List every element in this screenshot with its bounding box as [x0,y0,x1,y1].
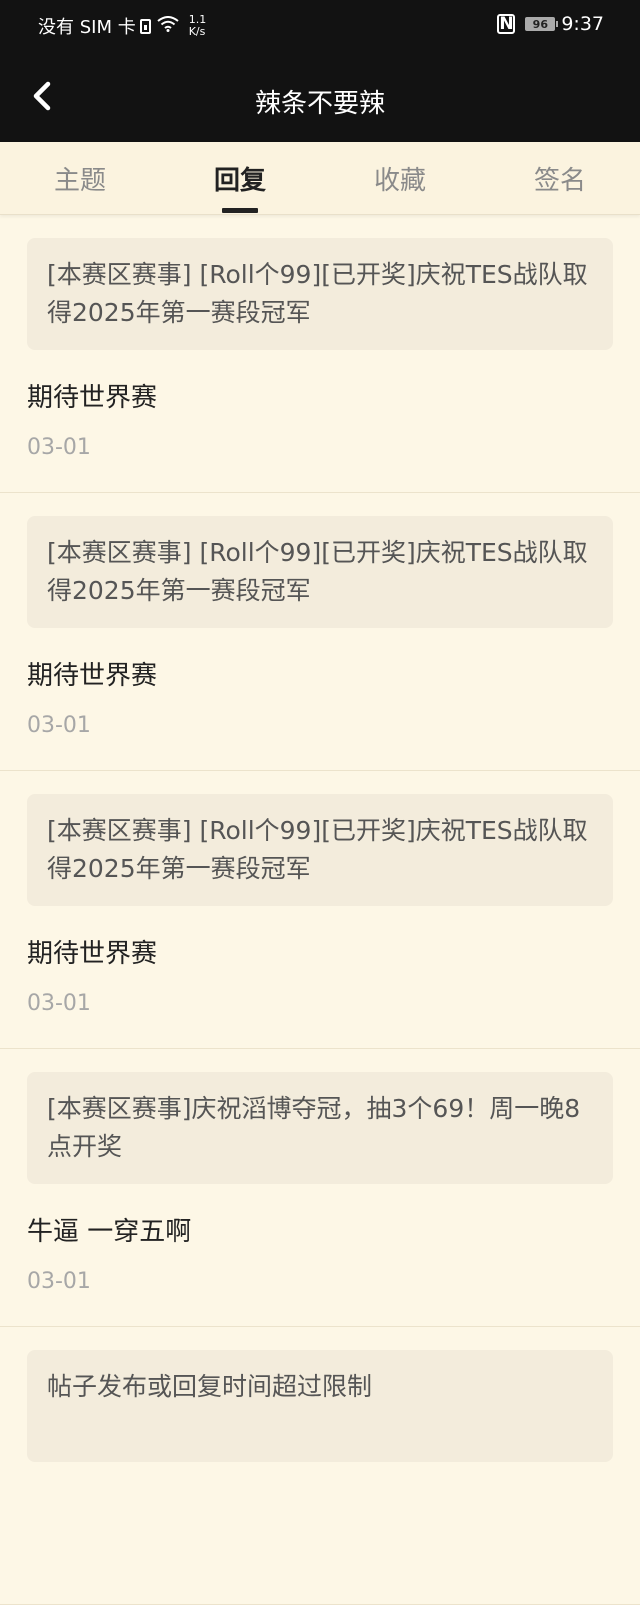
clock: 9:37 [561,13,604,35]
reply-content: 期待世界赛 [27,661,158,691]
reply-content: 期待世界赛 [27,939,158,969]
wifi-icon [157,15,179,37]
status-bar: 没有 SIM 卡 1.1 K/s N 96 9:37 [0,0,640,50]
reply-date: 03-01 [27,435,91,460]
battery-level: 96 [532,17,548,31]
tab-favorites[interactable]: 收藏 [320,160,480,197]
sim-card-icon [139,18,151,34]
list-item[interactable]: 帖子发布或回复时间超过限制 [0,1327,640,1605]
network-speed-unit: K/s [188,25,206,38]
page-title: 辣条不要辣 [254,89,385,119]
reply-date: 03-01 [27,713,91,738]
tab-replies[interactable]: 回复 [160,160,320,197]
reply-date: 03-01 [27,991,91,1016]
nfc-icon: N [497,14,516,34]
list-item[interactable]: [本赛区赛事] [Roll个99][已开奖]庆祝TES战队取得2025年第一赛段… [0,215,640,493]
tab-bar: 主题 回复 收藏 签名 [0,142,640,215]
tab-signature[interactable]: 签名 [480,160,640,197]
active-tab-indicator [222,208,258,213]
quoted-thread-title[interactable]: [本赛区赛事] [Roll个99][已开奖]庆祝TES战队取得2025年第一赛段… [27,238,613,350]
tab-topics[interactable]: 主题 [0,160,160,197]
reply-list: [本赛区赛事] [Roll个99][已开奖]庆祝TES战队取得2025年第一赛段… [0,215,640,1605]
quoted-thread-title[interactable]: [本赛区赛事]庆祝滔博夺冠，抽3个69！周一晚8点开奖 [27,1072,613,1184]
list-item[interactable]: [本赛区赛事]庆祝滔博夺冠，抽3个69！周一晚8点开奖 牛逼 一穿五啊 03-0… [0,1049,640,1327]
quoted-thread-title[interactable]: [本赛区赛事] [Roll个99][已开奖]庆祝TES战队取得2025年第一赛段… [27,794,613,906]
reply-content: 牛逼 一穿五啊 [27,1217,192,1247]
list-item[interactable]: [本赛区赛事] [Roll个99][已开奖]庆祝TES战队取得2025年第一赛段… [0,493,640,771]
reply-content: 期待世界赛 [27,383,158,413]
network-speed: 1.1 K/s [189,14,207,38]
app-bar: 辣条不要辣 [0,50,640,142]
quoted-thread-title[interactable]: [本赛区赛事] [Roll个99][已开奖]庆祝TES战队取得2025年第一赛段… [27,516,613,628]
carrier-label: 没有 SIM 卡 [38,17,136,38]
list-item[interactable]: [本赛区赛事] [Roll个99][已开奖]庆祝TES战队取得2025年第一赛段… [0,771,640,1049]
reply-date: 03-01 [27,1269,91,1294]
quoted-thread-title[interactable]: 帖子发布或回复时间超过限制 [27,1350,613,1462]
battery-icon: 96 [525,17,559,31]
